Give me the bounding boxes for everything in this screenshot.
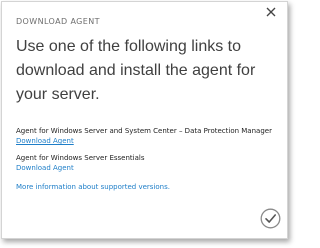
dialog-header: DOWNLOAD AGENT xyxy=(16,17,100,26)
screenshot-frame: DOWNLOAD AGENT Use one of the following … xyxy=(0,0,297,248)
dpm-download-agent-link[interactable]: Download Agent xyxy=(16,137,74,145)
close-icon[interactable] xyxy=(264,5,278,19)
essentials-download-agent-link[interactable]: Download Agent xyxy=(16,164,74,172)
more-info-link[interactable]: More information about supported version… xyxy=(16,182,170,192)
essentials-agent-section: Agent for Windows Server Essentials Down… xyxy=(16,153,144,173)
essentials-agent-label: Agent for Windows Server Essentials xyxy=(16,154,145,162)
checkmark-icon[interactable] xyxy=(260,208,281,229)
dpm-agent-section: Agent for Windows Server and System Cent… xyxy=(16,126,272,146)
dialog-headline: Use one of the following links to downlo… xyxy=(16,38,256,103)
dpm-agent-label: Agent for Windows Server and System Cent… xyxy=(16,127,272,135)
download-agent-dialog: DOWNLOAD AGENT Use one of the following … xyxy=(1,1,288,239)
